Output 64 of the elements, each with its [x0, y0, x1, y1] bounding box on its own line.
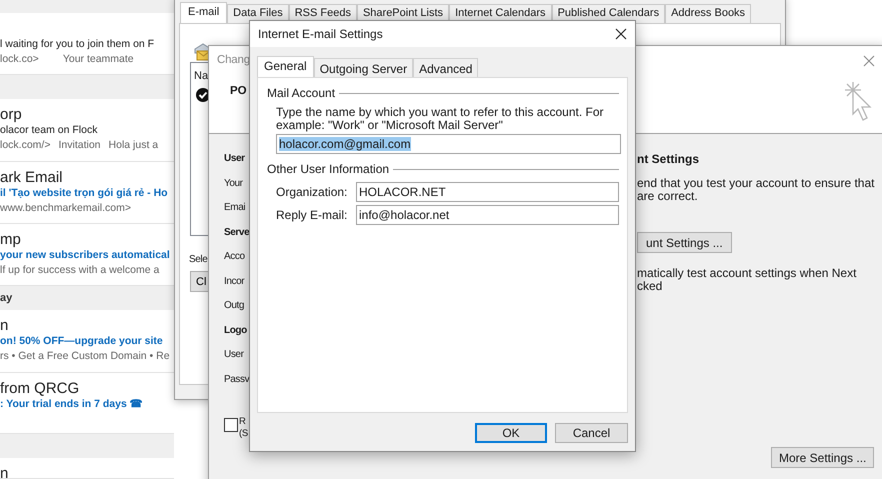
checkbox[interactable]: [224, 418, 238, 432]
tab[interactable]: E-mail: [180, 2, 228, 23]
option-text: cked: [637, 280, 662, 293]
message-item[interactable]: n: [0, 458, 174, 479]
field-label: User: [224, 348, 244, 362]
description-text: are correct.: [637, 190, 698, 203]
message-preview: lock.co>: [0, 52, 39, 67]
window-title: Chang: [217, 54, 250, 66]
dialog-title: Internet E-mail Settings: [258, 27, 383, 41]
field-label: Incor: [224, 274, 244, 288]
description-text: end that you test your account to ensure that: [637, 177, 874, 190]
tab[interactable]: Outgoing Server: [314, 58, 414, 77]
message-subject: your new subscribers automatical: [0, 248, 170, 263]
sender-name: ark Email: [0, 169, 63, 186]
message-subject: il 'Tạo website trọn gói giá rẻ - Ho: [0, 186, 168, 201]
option-text: matically test account settings when Next: [637, 267, 856, 280]
section-heading: Serve: [224, 226, 250, 240]
sender-name: n: [0, 465, 8, 479]
message-preview: lock.com/>: [0, 138, 50, 153]
message-subject: olacor team on Flock: [0, 123, 98, 138]
account-name-field[interactable]: holacor.com@gmail.com: [276, 134, 621, 154]
test-settings-button[interactable]: unt Settings ...: [637, 232, 732, 253]
dialog-button[interactable]: OK: [475, 423, 547, 443]
group-title: Mail Account: [267, 86, 336, 100]
tab[interactable]: Advanced: [413, 58, 478, 77]
tab[interactable]: General: [257, 56, 314, 77]
field-label: Your: [224, 176, 243, 190]
sender-name: mp: [0, 231, 21, 248]
description-text: Type the name by which you want to refer to this account. For example: "Work" or "Microsoft Mail Server": [276, 106, 604, 132]
sender-name: from QRCG: [0, 380, 80, 397]
sender-name: orp: [0, 106, 22, 123]
dialog-button[interactable]: Cancel: [555, 423, 628, 443]
message-preview: rs • Get a Free Custom Domain • Re: [0, 349, 170, 364]
column-header: Na: [194, 70, 208, 82]
message-preview: Your teammate: [62, 52, 134, 67]
group-header-label: ay: [0, 292, 12, 304]
field-label: Outg: [224, 299, 244, 313]
select-label: Sele: [189, 254, 208, 265]
section-heading: Logo: [224, 324, 247, 338]
tab[interactable]: Data Files: [227, 4, 289, 23]
checkbox-label: (S: [239, 428, 248, 440]
message-subject: on! 50% OFF—upgrade your site: [0, 334, 163, 349]
message-preview: Invitation: [58, 138, 101, 153]
message-subject: : Your trial ends in 7 days ☎: [0, 397, 144, 412]
input-field[interactable]: HOLACOR.NET: [356, 182, 619, 202]
field-label: Passv: [224, 372, 250, 386]
section-heading: User: [224, 152, 245, 166]
sender-name: n: [0, 317, 8, 334]
input-field[interactable]: info@holacor.net: [356, 205, 619, 225]
account-type-label: PO: [230, 85, 247, 97]
section-heading: nt Settings: [637, 151, 699, 167]
field-label: Reply E-mail:: [276, 208, 348, 222]
field-label: Acco: [224, 250, 245, 264]
close-icon[interactable]: [615, 28, 627, 40]
checkbox-label: R: [239, 416, 247, 428]
group-title: Other User Information: [267, 162, 390, 176]
message-preview: lf up for success with a welcome a: [0, 263, 160, 278]
field-label: Organization:: [276, 185, 348, 199]
tab[interactable]: Address Books: [665, 4, 752, 23]
message-preview: Hola just a: [108, 138, 158, 153]
message-subject: l waiting for you to join them on F: [0, 37, 154, 52]
field-label: Emai: [224, 201, 246, 215]
more-settings-button[interactable]: More Settings ...: [771, 447, 874, 468]
message-preview: www.benchmarkemail.com>: [0, 201, 132, 216]
